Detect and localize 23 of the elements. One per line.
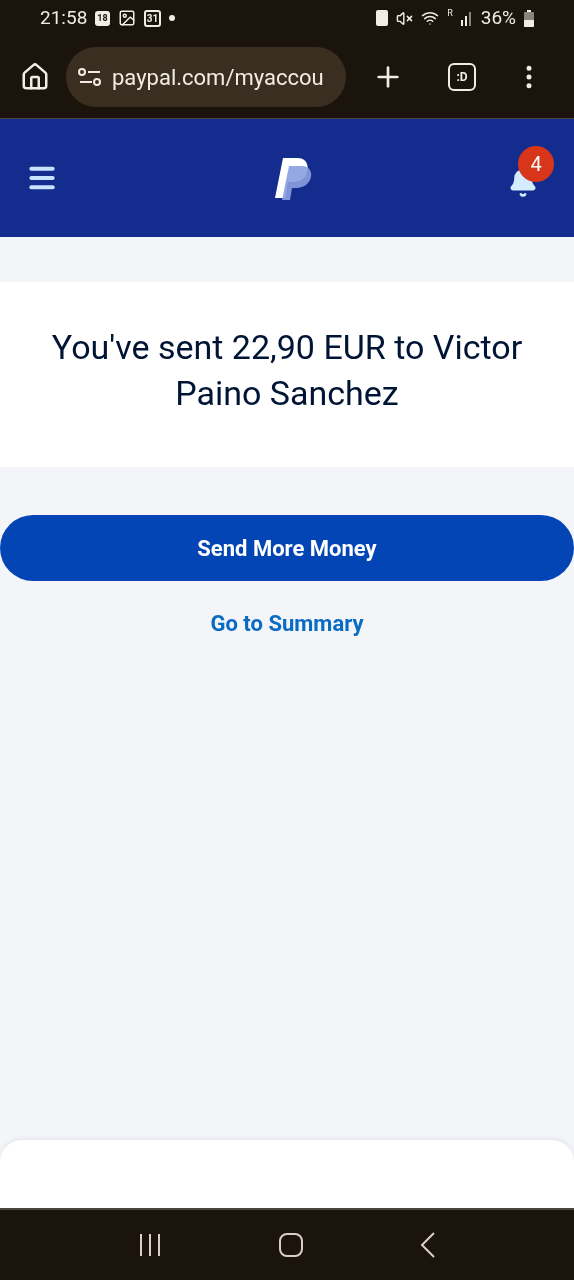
recent-apps-icon[interactable] bbox=[138, 1233, 163, 1257]
home-button[interactable] bbox=[279, 1233, 303, 1257]
image-icon bbox=[117, 9, 136, 27]
site-settings-icon bbox=[78, 68, 102, 86]
send-money-button[interactable]: Send More Money bbox=[0, 515, 574, 581]
summary-link[interactable]: Go to Summary bbox=[210, 607, 364, 640]
wifi-icon bbox=[421, 9, 440, 27]
signal-label: R bbox=[447, 8, 453, 18]
battery-icon bbox=[524, 9, 534, 27]
clock: 21:58 bbox=[40, 4, 88, 31]
calendar-icon: 31 bbox=[143, 9, 162, 27]
paypal-logo bbox=[273, 156, 313, 200]
signal-icon bbox=[460, 10, 473, 26]
address-bar[interactable]: paypal.com/myaccou bbox=[66, 47, 346, 107]
home-icon[interactable] bbox=[20, 62, 50, 92]
tab-switcher-button[interactable]: :D bbox=[448, 63, 476, 91]
battery-percent: 36% bbox=[480, 4, 516, 31]
url-text: paypal.com/myaccou bbox=[112, 63, 324, 92]
notification-count: 4 bbox=[518, 146, 554, 182]
confirmation-message: You've sent 22,90 EUR to Victor Paino Sanchez bbox=[50, 325, 524, 415]
back-icon[interactable] bbox=[419, 1232, 436, 1258]
mute-icon bbox=[396, 9, 414, 27]
calendar-icon: 18 bbox=[95, 10, 110, 26]
